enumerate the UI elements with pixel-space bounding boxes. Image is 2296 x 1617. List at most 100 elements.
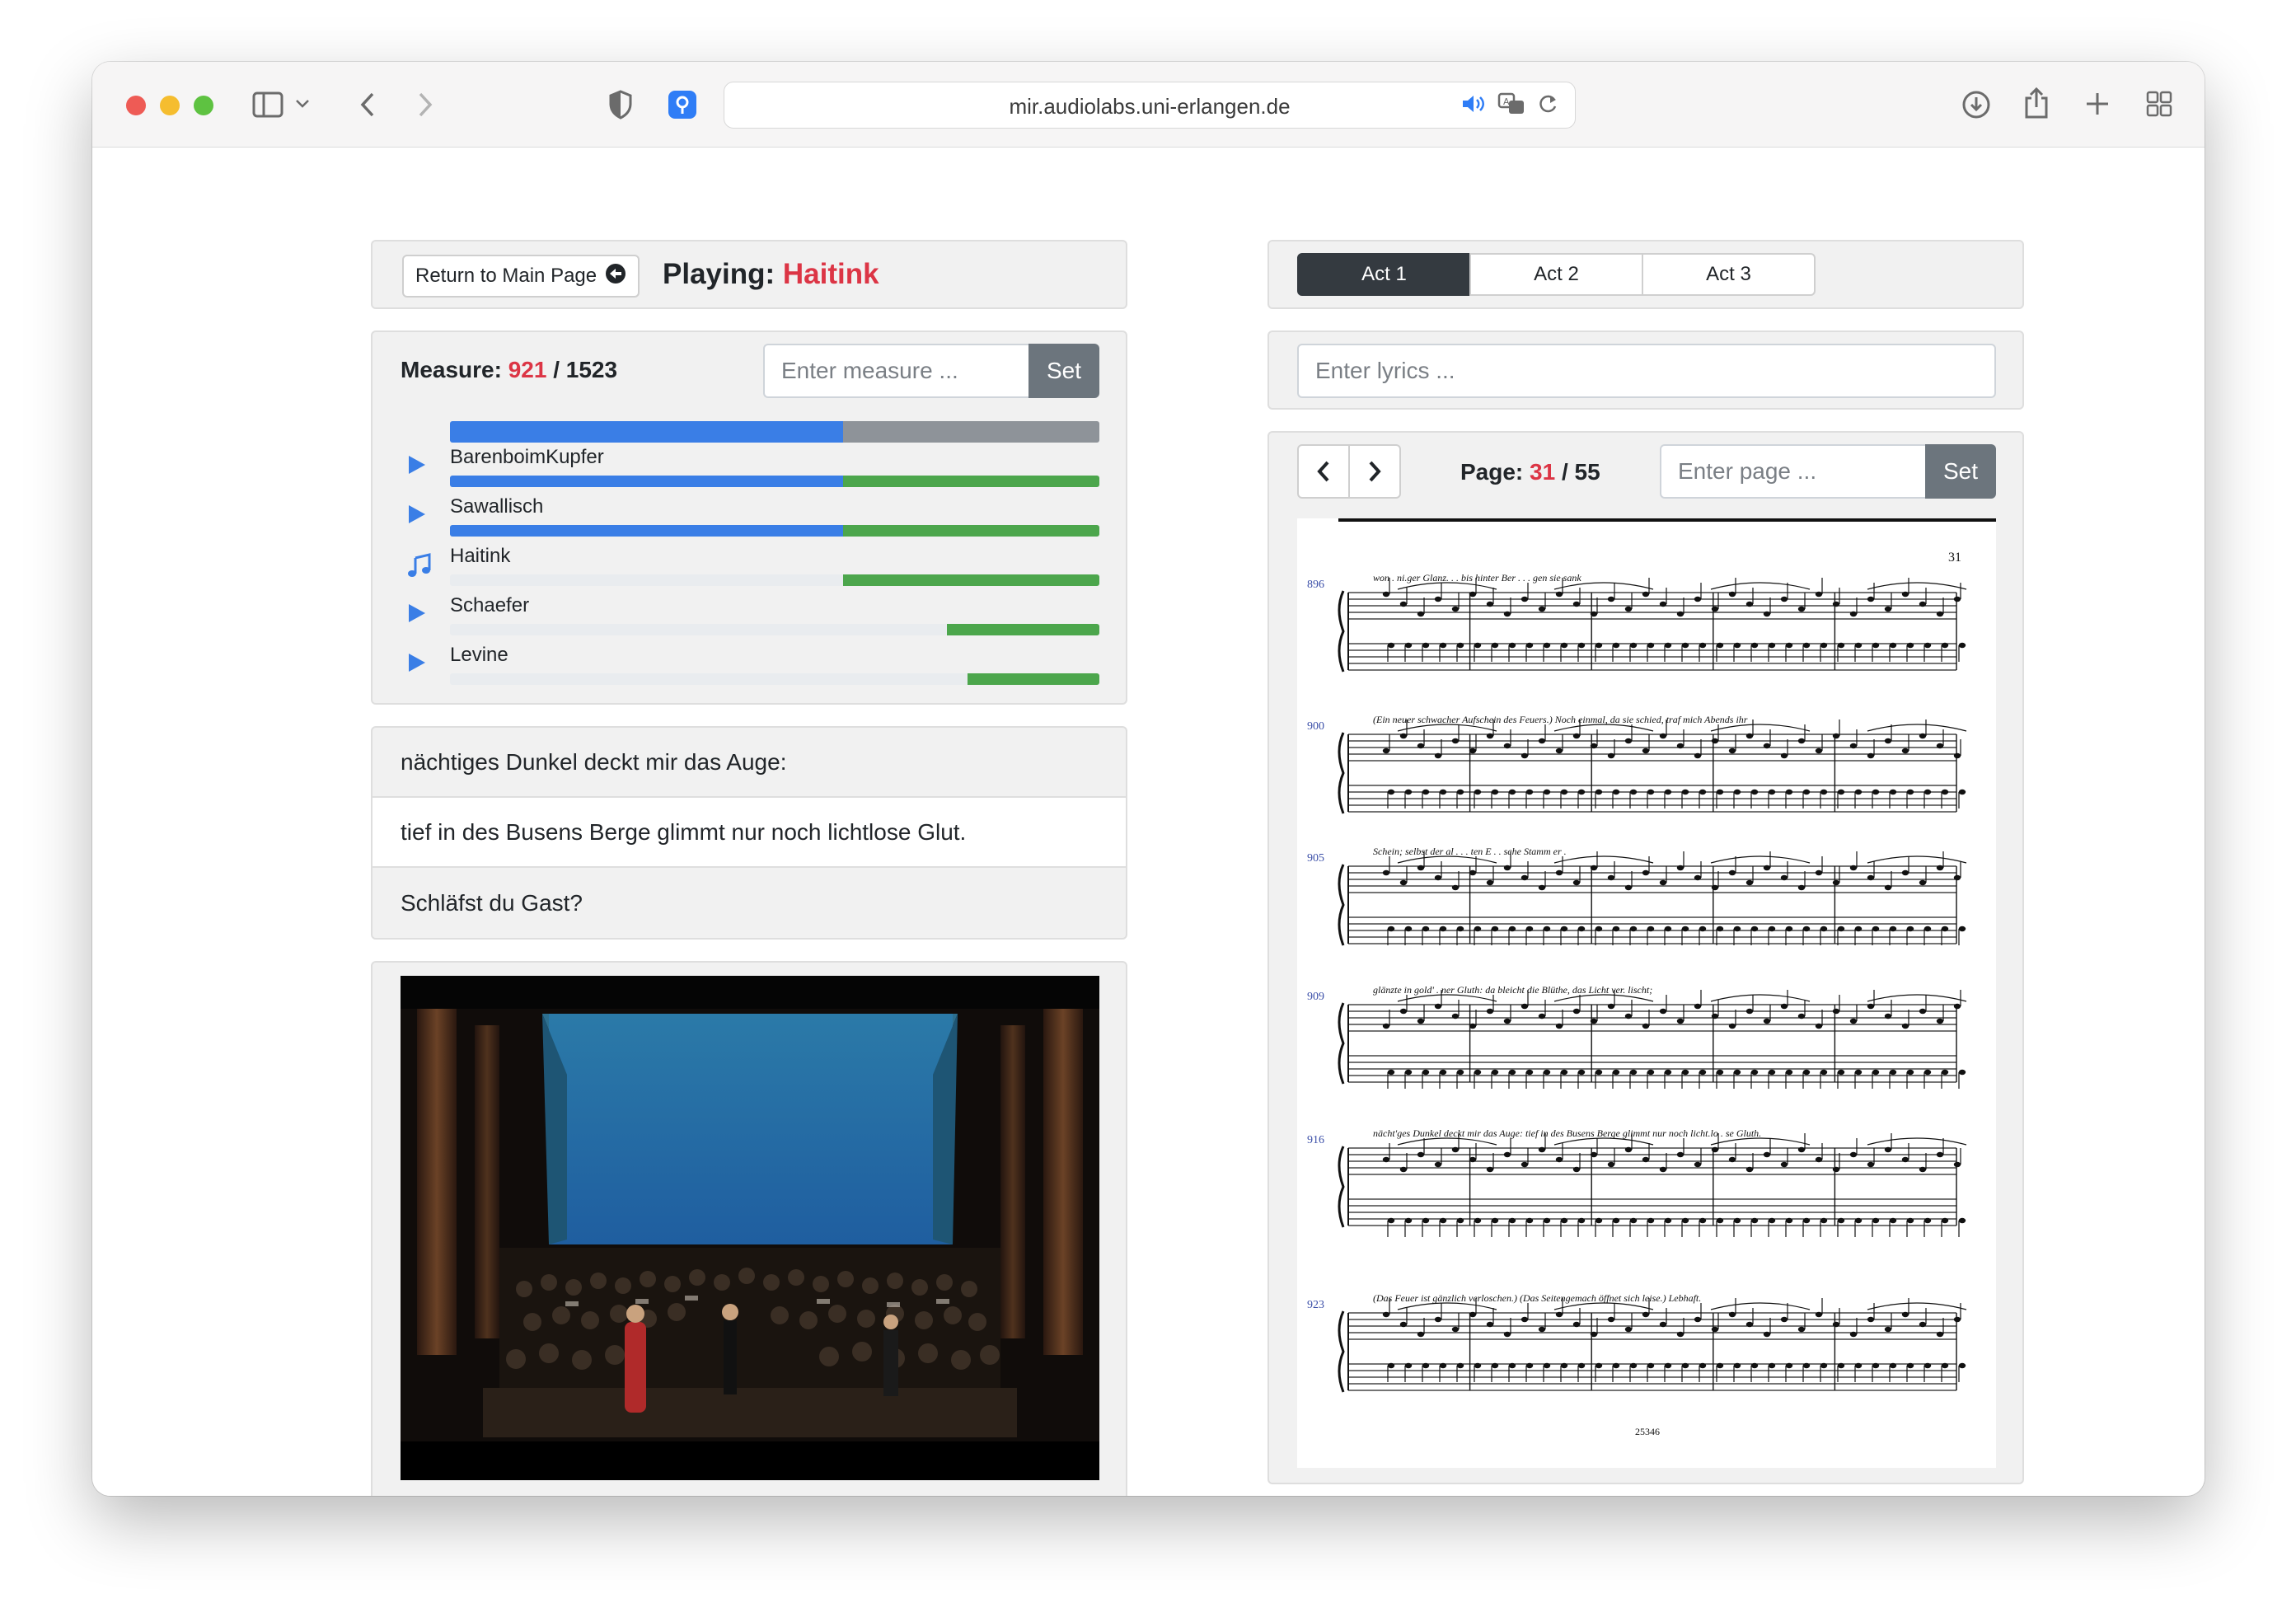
lyrics-text: (Das Feuer ist gänzlich verloschen.) (Da… [1373, 1292, 1701, 1304]
recording-name[interactable]: Sawallisch [450, 495, 543, 518]
new-tab-icon[interactable] [2085, 91, 2110, 116]
previous-page-button[interactable] [1297, 444, 1350, 499]
set-page-button[interactable]: Set [1925, 444, 1996, 499]
lyrics-search-input[interactable] [1297, 344, 1996, 398]
download-icon[interactable] [1961, 90, 1991, 120]
recording-name[interactable]: Levine [450, 644, 508, 667]
measure-counter: Measure: 921 / 1523 [401, 357, 617, 383]
recording-progress-bar [450, 673, 1099, 685]
score-page-number: 31 [1948, 551, 1961, 565]
total-pages: 55 [1574, 459, 1600, 485]
page-separator: / [1561, 459, 1568, 485]
recording-remaining-segment [946, 624, 1099, 635]
password-manager-icon[interactable] [668, 90, 697, 120]
lyric-line[interactable]: tief in des Busens Berge glimmt nur noch… [373, 798, 1126, 868]
score-viewer-card: Page: 31 / 55 Set 31 896 won . ni.ger Gla… [1267, 431, 2024, 1484]
chevron-right-icon [1369, 461, 1381, 482]
set-measure-button[interactable]: Set [1029, 344, 1099, 398]
back-icon[interactable] [359, 91, 376, 118]
forward-icon[interactable] [417, 91, 433, 118]
lyric-line[interactable]: nächtiges Dunkel deckt mir das Auge: [373, 728, 1126, 798]
recording-played-segment [450, 525, 843, 537]
privacy-shield-icon[interactable] [608, 90, 633, 120]
sidebar-toggle-icon[interactable] [252, 91, 285, 118]
recording-name[interactable]: Schaefer [450, 594, 529, 617]
reload-icon[interactable] [1537, 92, 1558, 120]
measure-number: 900 [1307, 720, 1324, 733]
measure-card: Measure: 921 / 1523 Set BarenboimKupfer S… [371, 330, 1127, 705]
play-icon[interactable] [407, 504, 429, 525]
current-page: 31 [1530, 459, 1556, 485]
play-icon[interactable] [407, 652, 429, 673]
act-tabs-card: Act 1 Act 2 Act 3 [1267, 240, 2024, 309]
measure-number: 909 [1307, 991, 1324, 1003]
score-system: 900 (Ein neuer schwacher Aufschein des Fe… [1307, 714, 1967, 814]
close-window-button[interactable] [126, 96, 146, 115]
url-text: mir.audiolabs.uni-erlangen.de [1009, 94, 1291, 119]
browser-toolbar: mir.audiolabs.uni-erlangen.de A [92, 62, 2205, 148]
sheet-music-image: 31 896 won . ni.ger Glanz. . . bis hinter… [1307, 518, 1996, 1437]
lyric-line[interactable]: Schläfst du Gast? [373, 868, 1126, 938]
tab-act-3[interactable]: Act 3 [1642, 253, 1816, 296]
recording-progress-bar [450, 624, 1099, 635]
measure-input[interactable] [763, 344, 1029, 398]
browser-window: mir.audiolabs.uni-erlangen.de A Return t… [92, 62, 2205, 1496]
sheet-music-page[interactable]: 31 896 won . ni.ger Glanz. . . bis hinter… [1297, 518, 1996, 1468]
return-to-main-button[interactable]: Return to Main Page [402, 255, 640, 298]
playing-label: Playing: [663, 258, 775, 290]
recording-progress-bar [450, 574, 1099, 586]
page-input-group: Set [1660, 444, 1996, 499]
score-plate-number: 25346 [1635, 1426, 1660, 1437]
recording-name[interactable]: BarenboimKupfer [450, 446, 604, 469]
tab-act-2[interactable]: Act 2 [1469, 253, 1643, 296]
measure-separator: / [553, 357, 560, 382]
score-system: 923 (Das Feuer ist gänzlich verloschen.) … [1307, 1292, 1967, 1393]
tab-act-1[interactable]: Act 1 [1297, 253, 1471, 296]
speaker-icon[interactable] [1461, 93, 1486, 119]
address-bar[interactable]: mir.audiolabs.uni-erlangen.de A [724, 82, 1576, 129]
measure-number: 916 [1307, 1134, 1324, 1146]
score-system: 905 Schein; selbst der al . . . ten E . .… [1307, 846, 1967, 946]
lyrics-text: won . ni.ger Glanz. . . bis hinter Ber .… [1373, 572, 1581, 584]
player-header-card: Return to Main Page Playing: Haitink [371, 240, 1127, 309]
return-label: Return to Main Page [415, 265, 597, 287]
stage-video-frame [401, 976, 1099, 1480]
measure-input-group: Set [763, 344, 1099, 398]
page-input[interactable] [1660, 444, 1925, 499]
share-icon[interactable] [2023, 87, 2050, 120]
video-player[interactable] [401, 976, 1099, 1480]
measure-label: Measure: [401, 357, 502, 382]
recording-remaining-segment [842, 476, 1099, 487]
measure-number: 923 [1307, 1299, 1324, 1311]
translate-icon[interactable]: A [1497, 92, 1525, 120]
music-note-icon[interactable] [407, 553, 431, 577]
recording-progress-bar [450, 525, 1099, 537]
lyrics-text: Schein; selbst der al . . . ten E . . sc… [1373, 846, 1567, 857]
measure-number: 905 [1307, 852, 1324, 865]
page-counter: Page: 31 / 55 [1460, 459, 1600, 485]
current-measure: 921 [508, 357, 547, 382]
play-icon[interactable] [407, 602, 429, 624]
score-system: 909 glänzte in gold' . ner Gluth: da blei… [1307, 984, 1967, 1089]
zoom-window-button[interactable] [194, 96, 213, 115]
chevron-down-icon[interactable] [295, 98, 310, 110]
page-content: Return to Main Page Playing: Haitink Mea… [92, 148, 2205, 1496]
score-system: 916 nächt'ges Dunkel deckt mir das Auge: … [1307, 1127, 1967, 1237]
timeline-slider[interactable] [450, 421, 1099, 443]
lyrics-text: nächt'ges Dunkel deckt mir das Auge: tie… [1373, 1127, 1761, 1139]
timeline-progress [450, 421, 843, 443]
lyrics-list: nächtiges Dunkel deckt mir das Auge: tief… [371, 726, 1127, 940]
lyrics-text: glänzte in gold' . ner Gluth: da bleicht… [1373, 984, 1652, 996]
total-measures: 1523 [565, 357, 618, 382]
next-page-button[interactable] [1348, 444, 1401, 499]
recording-name[interactable]: Haitink [450, 545, 510, 568]
act-tabs: Act 1 Act 2 Act 3 [1297, 253, 1816, 296]
minimize-window-button[interactable] [160, 96, 180, 115]
lyrics-search-card [1267, 330, 2024, 410]
playing-recording-name: Haitink [782, 258, 879, 290]
play-icon[interactable] [407, 454, 429, 476]
tab-overview-icon[interactable] [2146, 91, 2172, 117]
arrow-circle-left-icon [605, 263, 626, 290]
measure-number: 896 [1307, 579, 1324, 591]
recording-remaining-segment [842, 525, 1099, 537]
